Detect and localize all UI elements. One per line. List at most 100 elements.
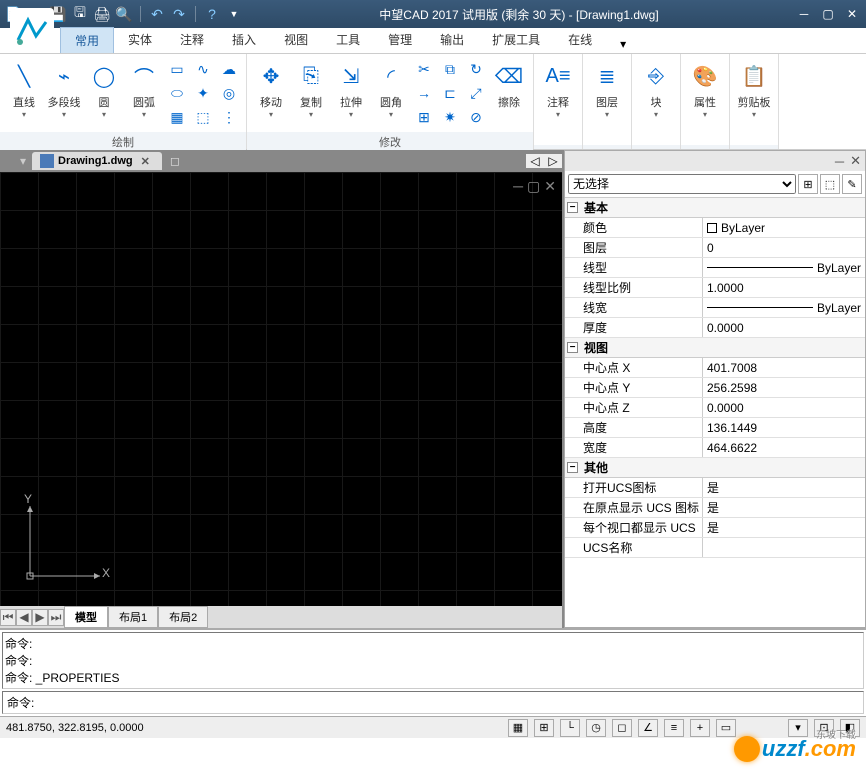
property-row[interactable]: UCS名称	[565, 538, 865, 558]
revcloud-button[interactable]: ☁	[218, 58, 240, 80]
property-category[interactable]: −其他	[565, 458, 865, 478]
command-input[interactable]	[38, 692, 863, 713]
ribbon-tab[interactable]: 实体	[114, 27, 166, 53]
erase-button[interactable]: ⌫擦除	[489, 58, 529, 112]
viewport-controls[interactable]: ─▢✕	[513, 178, 556, 195]
region-button[interactable]: ⬚	[192, 106, 214, 128]
ribbon-tab[interactable]: 常用	[60, 27, 114, 53]
rect-button[interactable]: ▭	[166, 58, 188, 80]
saveall-icon[interactable]: 🖫	[70, 4, 90, 24]
arc-button[interactable]: ⌒圆弧▾	[124, 58, 164, 121]
scale-button[interactable]: ⤢	[465, 82, 487, 104]
props-button[interactable]: 🎨属性▾	[685, 58, 725, 121]
minimize-button[interactable]: ─	[794, 4, 814, 24]
model-toggle[interactable]: ▭	[716, 719, 736, 737]
donut-button[interactable]: ◎	[218, 82, 240, 104]
dyn-toggle[interactable]: +	[690, 719, 710, 737]
ribbon-tab[interactable]: 工具	[322, 27, 374, 53]
line-button[interactable]: ╲直线▾	[4, 58, 44, 121]
layout-tab[interactable]: 布局2	[158, 606, 208, 628]
quickselect-button[interactable]: ⊞	[798, 174, 818, 194]
app-menu-button[interactable]	[10, 8, 54, 52]
layout-tab[interactable]: 布局1	[108, 606, 158, 628]
array-button[interactable]: ⊞	[413, 106, 435, 128]
qat-dropdown-icon[interactable]: ▼	[224, 4, 244, 24]
property-row[interactable]: 打开UCS图标是	[565, 478, 865, 498]
annotation-button[interactable]: A≡注释▾	[538, 58, 578, 121]
command-history[interactable]: 命令: 命令: 命令: _PROPERTIES 命令: 指定对角点:	[2, 632, 864, 689]
otrack-toggle[interactable]: ∠	[638, 719, 658, 737]
ribbon-tab[interactable]: 视图	[270, 27, 322, 53]
break-button[interactable]: ⊘	[465, 106, 487, 128]
ribbon-tab[interactable]: 插入	[218, 27, 270, 53]
ribbon-tab[interactable]: 在线	[554, 27, 606, 53]
property-row[interactable]: 线宽ByLayer	[565, 298, 865, 318]
doc-nav-left[interactable]: ▾	[20, 154, 26, 168]
collapse-icon[interactable]: −	[567, 202, 578, 213]
fillet-button[interactable]: ◜圆角▾	[371, 58, 411, 121]
layout-tab[interactable]: 模型	[64, 606, 108, 628]
help-icon[interactable]: ?	[202, 4, 222, 24]
stretch-button[interactable]: ⇲拉伸▾	[331, 58, 371, 121]
close-button[interactable]: ✕	[842, 4, 862, 24]
property-row[interactable]: 中心点 Z0.0000	[565, 398, 865, 418]
trim-button[interactable]: ✂	[413, 58, 435, 80]
property-row[interactable]: 颜色ByLayer	[565, 218, 865, 238]
divide-button[interactable]: ⋮	[218, 106, 240, 128]
move-button[interactable]: ✥移动▾	[251, 58, 291, 121]
property-row[interactable]: 每个视口都显示 UCS是	[565, 518, 865, 538]
extend-button[interactable]: →	[413, 82, 435, 104]
print-icon[interactable]: 🖨	[92, 4, 112, 24]
rotate-button[interactable]: ↻	[465, 58, 487, 80]
mirror-button[interactable]: ⧉	[439, 58, 461, 80]
property-category[interactable]: −视图	[565, 338, 865, 358]
point-button[interactable]: ✦	[192, 82, 214, 104]
tab-scroll-left[interactable]: ◁	[526, 154, 544, 168]
redo-icon[interactable]: ↷	[169, 4, 189, 24]
undo-icon[interactable]: ↶	[147, 4, 167, 24]
maximize-button[interactable]: ▢	[818, 4, 838, 24]
property-row[interactable]: 高度136.1449	[565, 418, 865, 438]
layout-prev[interactable]: ◀	[16, 609, 32, 626]
ribbon-expand-icon[interactable]: ▾	[614, 35, 632, 53]
property-row[interactable]: 宽度464.6622	[565, 438, 865, 458]
property-row[interactable]: 线型比例1.0000	[565, 278, 865, 298]
polar-toggle[interactable]: ◷	[586, 719, 606, 737]
panel-close-icon[interactable]: ✕	[850, 153, 861, 169]
ortho-toggle[interactable]: └	[560, 719, 580, 737]
pickadd-button[interactable]: ✎	[842, 174, 862, 194]
clipboard-button[interactable]: 📋剪贴板▾	[734, 58, 774, 121]
layout-first[interactable]: ⏮	[0, 609, 16, 626]
grid-toggle[interactable]: ⊞	[534, 719, 554, 737]
preview-icon[interactable]: 🔍	[114, 4, 134, 24]
osnap-toggle[interactable]: ◻	[612, 719, 632, 737]
coordinates-display[interactable]: 481.8750, 322.8195, 0.0000	[6, 722, 206, 734]
polyline-button[interactable]: ⌁多段线▾	[44, 58, 84, 121]
layout-last[interactable]: ⏭	[48, 609, 64, 626]
hatch-button[interactable]: ▦	[166, 106, 188, 128]
ribbon-tab[interactable]: 注释	[166, 27, 218, 53]
explode-button[interactable]: ✷	[439, 106, 461, 128]
ribbon-tab[interactable]: 管理	[374, 27, 426, 53]
property-row[interactable]: 中心点 X401.7008	[565, 358, 865, 378]
property-row[interactable]: 中心点 Y256.2598	[565, 378, 865, 398]
lwt-toggle[interactable]: ≡	[664, 719, 684, 737]
layout-next[interactable]: ▶	[32, 609, 48, 626]
close-tab-icon[interactable]: ✕	[137, 155, 154, 168]
tab-scroll-right[interactable]: ▷	[544, 154, 562, 168]
property-row[interactable]: 厚度0.0000	[565, 318, 865, 338]
collapse-icon[interactable]: −	[567, 342, 578, 353]
property-row[interactable]: 在原点显示 UCS 图标是	[565, 498, 865, 518]
ribbon-tab[interactable]: 扩展工具	[478, 27, 554, 53]
ribbon-tab[interactable]: 输出	[426, 27, 478, 53]
status-more-1[interactable]: ▾	[788, 719, 808, 737]
property-category[interactable]: −基本	[565, 198, 865, 218]
panel-minimize-icon[interactable]: ─	[835, 154, 844, 169]
block-button[interactable]: ⎆块▾	[636, 58, 676, 121]
property-row[interactable]: 图层0	[565, 238, 865, 258]
collapse-icon[interactable]: −	[567, 462, 578, 473]
property-row[interactable]: 线型ByLayer	[565, 258, 865, 278]
new-document-tab[interactable]: ◻	[164, 154, 186, 168]
ellipse-button[interactable]: ⬭	[166, 82, 188, 104]
snap-toggle[interactable]: ▦	[508, 719, 528, 737]
